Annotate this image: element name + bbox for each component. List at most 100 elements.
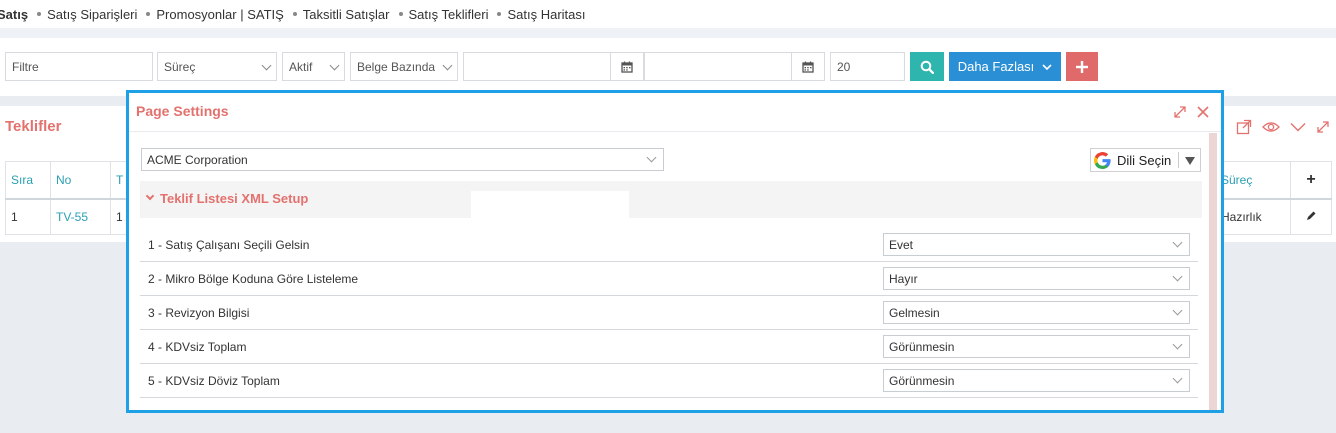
count-value: 20 <box>837 59 851 74</box>
section-tab-gap <box>471 191 629 218</box>
edit-cell[interactable] <box>1290 198 1332 235</box>
setting-row: 5 - KDVsiz Döviz Toplam Görünmesin <box>140 364 1198 398</box>
setting-select-value: Gelmesin <box>889 305 940 320</box>
nav-item-label: Satış <box>0 6 29 22</box>
setting-select-value: Görünmesin <box>889 339 955 354</box>
active-select[interactable]: Aktif <box>282 52 345 81</box>
export-icon[interactable] <box>1236 119 1252 135</box>
translate-label: Dili Seçin <box>1117 152 1172 168</box>
setting-select[interactable]: Gelmesin <box>883 301 1190 324</box>
filter-placeholder: Filtre <box>12 59 39 74</box>
chevron-down-icon <box>145 191 155 201</box>
column-header-surec[interactable]: Süreç <box>1215 161 1291 200</box>
chevron-down-icon <box>1172 339 1183 350</box>
bullet-icon <box>497 12 502 16</box>
caret-down-icon <box>1185 157 1195 165</box>
setting-select[interactable]: Evet <box>883 233 1190 256</box>
setting-label: 5 - KDVsiz Döviz Toplam <box>148 374 280 388</box>
cell-surec: Hazırlık <box>1215 198 1291 235</box>
count-input[interactable]: 20 <box>830 52 905 81</box>
table-header-row: Sıra No T <box>5 161 136 200</box>
filter-input[interactable]: Filtre <box>5 52 153 81</box>
chevron-down-icon <box>442 60 453 71</box>
nav-item-label: Satış Teklifleri <box>408 6 489 22</box>
eye-icon[interactable] <box>1262 120 1280 134</box>
divider <box>1178 152 1179 168</box>
chevron-down-icon <box>1172 271 1183 282</box>
page-settings-modal: Page Settings ACME Corporation Dili Seçi… <box>126 90 1224 413</box>
column-header-sira[interactable]: Sıra <box>5 161 51 200</box>
google-translate-select[interactable]: Dili Seçin <box>1090 148 1201 172</box>
separator-band <box>0 28 1336 38</box>
nav-item-promosyonlar[interactable]: Promosyonlar | SATIŞ <box>137 6 284 22</box>
bullet-icon <box>37 12 42 16</box>
table-row[interactable]: 1 TV-55 1 <box>5 198 136 235</box>
company-select[interactable]: ACME Corporation <box>141 148 664 171</box>
setting-label: 3 - Revizyon Bilgisi <box>148 306 250 320</box>
setting-select-value: Hayır <box>889 271 918 286</box>
chevron-down-icon <box>1172 237 1183 248</box>
setting-select[interactable]: Görünmesin <box>883 335 1190 358</box>
offers-table-right: Süreç + Hazırlık <box>1215 161 1332 235</box>
nav-item-label: Promosyonlar | SATIŞ <box>156 6 284 22</box>
setting-label: 2 - Mikro Bölge Koduna Göre Listeleme <box>148 272 359 286</box>
modal-header: Page Settings <box>129 93 1221 132</box>
plus-icon <box>1076 60 1088 73</box>
column-header-add[interactable]: + <box>1290 161 1332 200</box>
cell-sira: 1 <box>5 198 51 235</box>
modal-title: Page Settings <box>136 103 229 119</box>
top-navigation: Satış Satış Siparişleri Promosyonlar | S… <box>0 0 1336 28</box>
calendar-icon[interactable] <box>610 52 643 81</box>
calendar-icon[interactable] <box>791 52 824 81</box>
setting-select[interactable]: Görünmesin <box>883 369 1190 392</box>
nav-item-satis-haritasi[interactable]: Satış Haritası <box>488 6 586 22</box>
chevron-down-icon[interactable] <box>1290 122 1306 132</box>
setting-select[interactable]: Hayır <box>883 267 1190 290</box>
expand-icon[interactable] <box>1173 105 1187 119</box>
setting-select-value: Evet <box>889 237 914 252</box>
setting-row: 3 - Revizyon Bilgisi Gelmesin <box>140 296 1198 330</box>
bullet-icon <box>292 12 297 16</box>
chevron-down-icon <box>1172 305 1183 316</box>
setting-label: 1 - Satış Çalışanı Seçili Gelsin <box>148 238 310 252</box>
nav-item-label: Satış Haritası <box>507 6 586 22</box>
cell-no[interactable]: TV-55 <box>50 198 111 235</box>
end-date-input[interactable] <box>644 52 825 81</box>
add-button[interactable] <box>1066 52 1098 81</box>
column-header-no[interactable]: No <box>50 161 111 200</box>
modal-scrollbar[interactable] <box>1209 133 1217 410</box>
nav-item-taksitli-satislar[interactable]: Taksitli Satışlar <box>284 7 390 22</box>
table-row[interactable]: Hazırlık <box>1215 198 1332 235</box>
bullet-icon <box>146 12 151 16</box>
process-select-value: Süreç <box>164 59 196 74</box>
xml-setup-section[interactable]: Teklif Listesi XML Setup <box>140 181 1202 218</box>
offers-table: Sıra No T 1 TV-55 1 <box>5 161 136 235</box>
pencil-icon[interactable] <box>1306 210 1317 221</box>
nav-item-satis-siparisleri[interactable]: Satış Siparişleri <box>28 7 137 22</box>
company-select-value: ACME Corporation <box>147 152 248 167</box>
setting-select-value: Görünmesin <box>889 373 955 388</box>
close-icon[interactable] <box>1197 106 1209 118</box>
chevron-down-icon <box>1042 63 1052 70</box>
setting-row: 4 - KDVsiz Toplam Görünmesin <box>140 330 1198 364</box>
start-date-input[interactable] <box>463 52 644 81</box>
setting-row: 2 - Mikro Bölge Koduna Göre Listeleme Ha… <box>140 262 1198 296</box>
panel-title: Teklifler <box>5 118 62 135</box>
chevron-down-icon <box>1172 373 1183 384</box>
setting-row: 1 - Satış Çalışanı Seçili Gelsin Evet <box>140 228 1198 262</box>
search-button[interactable] <box>910 52 944 81</box>
process-select[interactable]: Süreç <box>157 52 277 81</box>
more-button[interactable]: Daha Fazlası <box>949 52 1061 81</box>
section-title: Teklif Listesi XML Setup <box>160 191 309 206</box>
panel-actions <box>1236 119 1330 135</box>
nav-item-label: Satış Siparişleri <box>47 6 138 22</box>
table-header-row: Süreç + <box>1215 161 1332 200</box>
expand-icon[interactable] <box>1316 120 1330 134</box>
basis-select[interactable]: Belge Bazında <box>350 52 458 81</box>
basis-select-value: Belge Bazında <box>357 59 436 74</box>
active-select-value: Aktif <box>289 59 313 74</box>
nav-item-label: Taksitli Satışlar <box>302 6 390 22</box>
nav-item-satis[interactable]: Satış <box>0 7 28 22</box>
nav-item-satis-teklifleri[interactable]: Satış Teklifleri <box>390 6 489 22</box>
bullet-icon <box>398 12 403 16</box>
